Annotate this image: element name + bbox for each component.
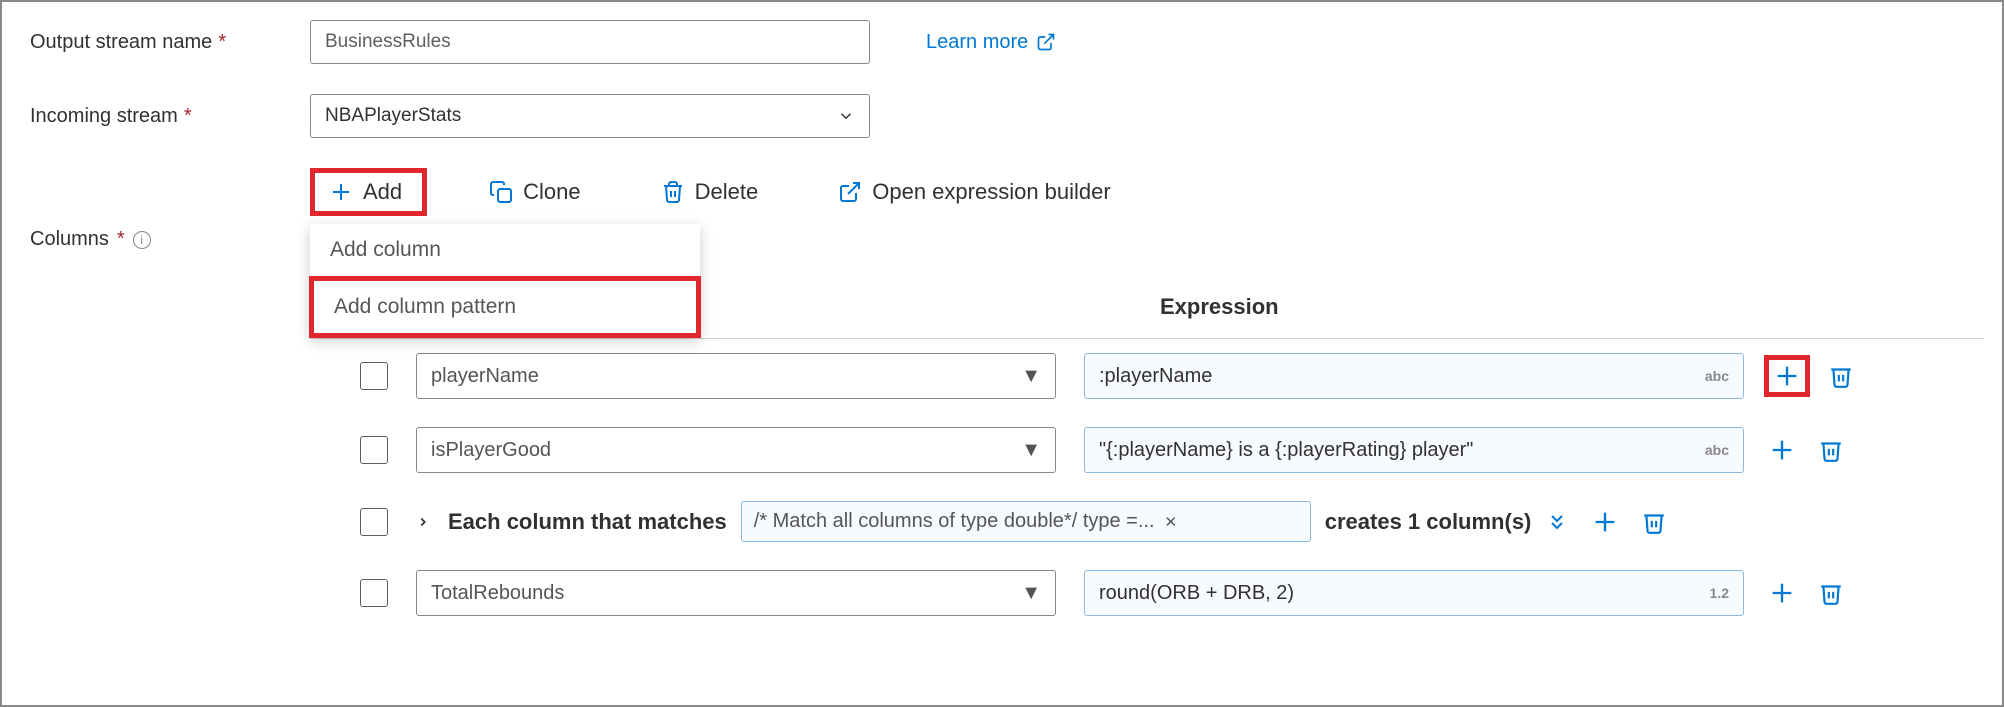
plus-icon [1768,579,1796,607]
add-button-label: Add [363,179,402,205]
column-name-value: TotalRebounds [431,582,564,605]
pattern-match-input[interactable]: /* Match all columns of type double*/ ty… [741,501,1311,542]
column-name-select[interactable]: TotalRebounds ▼ [416,570,1056,616]
caret-down-icon: ▼ [1021,365,1041,388]
add-row-button[interactable] [1764,432,1800,468]
column-name-select[interactable]: isPlayerGood ▼ [416,427,1056,473]
type-badge: abc [1705,442,1729,458]
clone-button-label: Clone [523,179,580,205]
required-asterisk: * [117,228,125,251]
row-checkbox[interactable] [360,579,388,607]
caret-down-icon: ▼ [1021,439,1041,462]
trash-icon [1818,580,1844,606]
pattern-match-text: /* Match all columns of type double*/ ty… [754,510,1155,533]
type-badge: abc [1705,368,1729,384]
plus-icon [329,180,353,204]
expression-text: "{:playerName} is a {:playerRating} play… [1099,439,1473,462]
incoming-stream-label-text: Incoming stream [30,105,178,128]
external-link-icon [838,180,862,204]
clear-icon[interactable]: ✕ [1165,513,1178,531]
pattern-suffix-text: creates 1 column(s) [1325,509,1532,535]
column-row: playerName ▼ :playerName abc [310,339,1984,413]
incoming-stream-value: NBAPlayerStats [325,105,461,127]
column-pattern-row: Each column that matches /* Match all co… [310,487,1984,556]
open-expression-builder-button[interactable]: Open expression builder [820,171,1128,213]
delete-row-button[interactable] [1828,363,1854,389]
row-checkbox[interactable] [360,508,388,536]
columns-label-text: Columns [30,228,109,251]
output-stream-label: Output stream name * [30,31,310,54]
required-asterisk: * [218,31,226,54]
column-row: TotalRebounds ▼ round(ORB + DRB, 2) 1.2 [310,556,1984,630]
collapse-icon[interactable] [1545,510,1569,534]
add-dropdown-menu: Add column Add column pattern [310,224,700,337]
add-row-button[interactable] [1764,355,1810,397]
columns-label: Columns * i [30,168,310,251]
info-icon[interactable]: i [133,231,151,249]
plus-icon [1773,362,1801,390]
incoming-stream-label: Incoming stream * [30,105,310,128]
copy-icon [489,180,513,204]
plus-icon [1591,508,1619,536]
trash-icon [1641,509,1667,535]
pattern-prefix-text: Each column that matches [448,509,727,535]
column-row: isPlayerGood ▼ "{:playerName} is a {:pla… [310,413,1984,487]
delete-row-button[interactable] [1641,509,1667,535]
column-name-select[interactable]: playerName ▼ [416,353,1056,399]
learn-more-text: Learn more [926,31,1028,54]
expression-text: :playerName [1099,365,1212,388]
clone-button[interactable]: Clone [471,171,598,213]
caret-down-icon: ▼ [1021,582,1041,605]
output-stream-label-text: Output stream name [30,31,212,54]
output-stream-input[interactable] [310,20,870,64]
add-button[interactable]: Add [310,168,427,216]
open-builder-label: Open expression builder [872,179,1110,205]
expression-header: Expression [1160,294,1279,320]
column-name-value: isPlayerGood [431,439,551,462]
row-checkbox[interactable] [360,436,388,464]
delete-row-button[interactable] [1818,437,1844,463]
delete-button-label: Delete [695,179,759,205]
external-link-icon [1036,32,1056,52]
trash-icon [661,180,685,204]
expression-input[interactable]: :playerName abc [1084,353,1744,399]
trash-icon [1818,437,1844,463]
expression-input[interactable]: round(ORB + DRB, 2) 1.2 [1084,570,1744,616]
add-row-button[interactable] [1764,575,1800,611]
learn-more-link[interactable]: Learn more [926,31,1056,54]
expression-input[interactable]: "{:playerName} is a {:playerRating} play… [1084,427,1744,473]
plus-icon [1768,436,1796,464]
row-checkbox[interactable] [360,362,388,390]
type-badge: 1.2 [1710,585,1729,601]
column-name-value: playerName [431,365,539,388]
expand-caret-icon[interactable] [416,515,430,529]
delete-row-button[interactable] [1818,580,1844,606]
incoming-stream-select[interactable]: NBAPlayerStats [310,94,870,138]
required-asterisk: * [184,105,192,128]
chevron-down-icon [837,107,855,125]
add-row-button[interactable] [1587,504,1623,540]
menu-add-column[interactable]: Add column [310,224,700,276]
trash-icon [1828,363,1854,389]
delete-button[interactable]: Delete [643,171,777,213]
menu-add-column-pattern[interactable]: Add column pattern [309,276,701,338]
expression-text: round(ORB + DRB, 2) [1099,582,1294,605]
